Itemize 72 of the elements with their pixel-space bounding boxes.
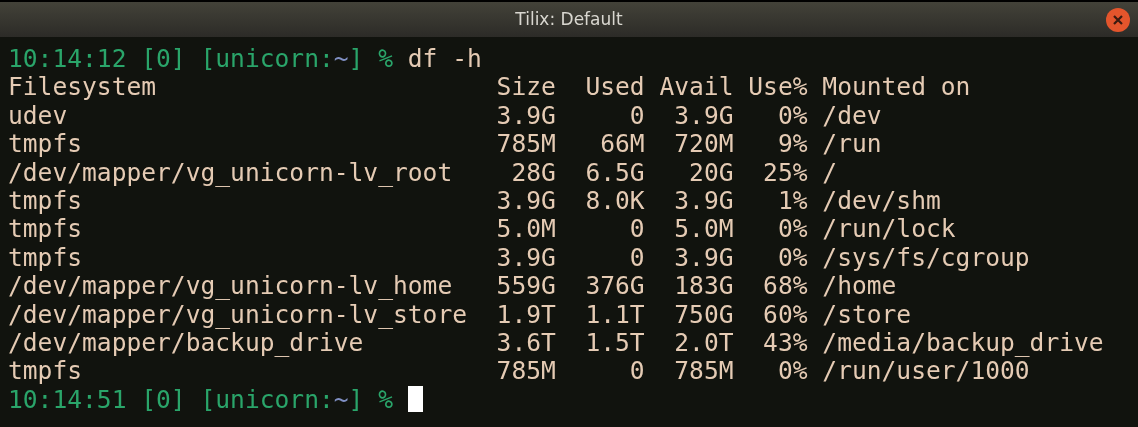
- table-cell: /store: [822, 299, 912, 329]
- table-cell: 5.0M: [496, 214, 556, 244]
- table-cell: 0: [629, 100, 645, 130]
- shell-prompt: 10:14:51 [0] [unicorn:~] %: [8, 385, 393, 415]
- table-cell: tmpfs: [8, 242, 83, 272]
- table-cell: 1.5T: [585, 328, 645, 358]
- table-cell: 5.0M: [674, 214, 734, 244]
- table-cell: 28G: [511, 157, 556, 187]
- close-button[interactable]: [1106, 8, 1130, 32]
- table-cell: 20G: [689, 157, 734, 187]
- table-cell: 0%: [777, 242, 808, 272]
- table-cell: tmpfs: [8, 186, 83, 216]
- table-cell: udev: [8, 100, 68, 130]
- table-cell: /dev/mapper/backup_drive: [8, 328, 364, 358]
- table-cell: 3.9G: [496, 242, 556, 272]
- table-cell: /dev/shm: [822, 186, 941, 216]
- table-cell: 43%: [763, 328, 808, 358]
- table-cell: 0%: [777, 214, 808, 244]
- table-cell: 68%: [763, 271, 808, 301]
- table-cell: 0%: [777, 100, 808, 130]
- column-header: Used: [585, 72, 645, 102]
- table-cell: 3.9G: [674, 242, 734, 272]
- table-cell: 785M: [496, 356, 556, 386]
- table-cell: 3.9G: [496, 100, 556, 130]
- column-header: Filesystem: [8, 72, 157, 102]
- column-header: Avail: [659, 72, 734, 102]
- table-cell: /home: [822, 271, 897, 301]
- table-cell: /dev: [822, 100, 882, 130]
- table-cell: 720M: [674, 129, 734, 159]
- command-text: df -h: [407, 45, 482, 74]
- table-cell: 8.0K: [585, 186, 645, 216]
- table-cell: 6.5G: [585, 157, 645, 187]
- table-cell: 9%: [777, 129, 808, 159]
- table-cell: 1.9T: [496, 299, 556, 329]
- close-icon: [1113, 15, 1123, 25]
- table-cell: 785M: [674, 356, 734, 386]
- table-cell: 0%: [777, 356, 808, 386]
- table-cell: 0: [629, 356, 645, 386]
- table-cell: 1.1T: [585, 299, 645, 329]
- table-cell: tmpfs: [8, 214, 83, 244]
- table-cell: 376G: [585, 271, 645, 301]
- column-header: Use%: [748, 72, 808, 102]
- table-cell: /run: [822, 129, 882, 159]
- table-cell: 3.9G: [674, 100, 734, 130]
- column-header: Mounted on: [822, 72, 971, 102]
- table-cell: tmpfs: [8, 356, 83, 386]
- table-cell: 785M: [496, 129, 556, 159]
- table-cell: 0: [629, 214, 645, 244]
- table-cell: /dev/mapper/vg_unicorn-lv_home: [8, 271, 453, 301]
- table-cell: /dev/mapper/vg_unicorn-lv_root: [8, 157, 453, 187]
- table-cell: 60%: [763, 299, 808, 329]
- table-cell: 559G: [496, 271, 556, 301]
- table-cell: 3.6T: [496, 328, 556, 358]
- table-cell: /: [822, 157, 838, 187]
- table-cell: 183G: [674, 271, 734, 301]
- table-cell: /run/user/1000: [822, 356, 1030, 386]
- table-cell: /dev/mapper/vg_unicorn-lv_store: [8, 299, 467, 329]
- table-cell: /sys/fs/cgroup: [822, 242, 1030, 272]
- table-cell: /run/lock: [822, 214, 956, 244]
- window-title: Tilix: Default: [515, 7, 623, 31]
- table-cell: 66M: [600, 129, 645, 159]
- shell-prompt: 10:14:12 [0] [unicorn:~] %: [8, 45, 393, 74]
- table-cell: 2.0T: [674, 328, 734, 358]
- table-cell: 1%: [777, 186, 808, 216]
- table-cell: 3.9G: [674, 186, 734, 216]
- table-cell: tmpfs: [8, 129, 83, 159]
- table-cell: 0: [629, 242, 645, 272]
- table-cell: 750G: [674, 299, 734, 329]
- table-cell: 3.9G: [496, 186, 556, 216]
- table-cell: 25%: [763, 157, 808, 187]
- table-cell: /media/backup_drive: [822, 328, 1104, 358]
- column-header: Size: [496, 72, 556, 102]
